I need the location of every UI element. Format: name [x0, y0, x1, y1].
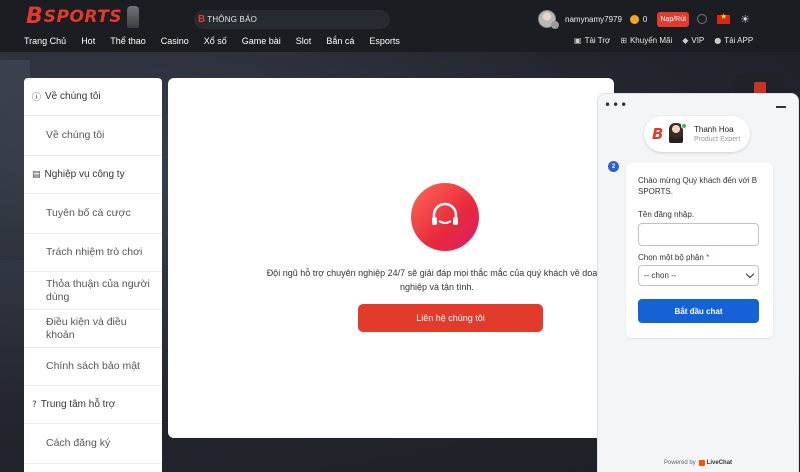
minimize-icon[interactable] [776, 106, 786, 108]
username[interactable]: namynamy7979 [565, 15, 622, 24]
department-selected-value: -- chọn -- [644, 271, 677, 280]
username-field[interactable] [638, 223, 759, 246]
agent-logo-letter: B [652, 125, 664, 143]
nav-item-sponsor-label: Tài Trợ [584, 36, 611, 45]
coin-icon [629, 14, 639, 24]
verified-badge-icon [551, 21, 559, 29]
department-label-text: Chọn một bộ phận [638, 253, 704, 262]
support-description: Đội ngũ hỗ trợ chuyên nghiệp 24/7 sẽ giả… [266, 268, 608, 292]
livechat-brand[interactable]: LiveChat [698, 460, 733, 466]
online-status-icon [681, 123, 687, 129]
department-select[interactable]: -- chọn -- [638, 265, 759, 286]
nav-item-home[interactable]: Trang Chủ [24, 36, 66, 46]
powered-by-text: Powered by [664, 460, 696, 466]
mascot-figure-icon [127, 6, 140, 28]
side-menu: ⓘ Về chúng tôi Về chúng tôi ▤ Nghiệp vụ … [24, 78, 162, 472]
sidebar-item-how-to-register[interactable]: Cách đăng ký [24, 424, 162, 464]
agent-info: Thanh Hoa Product Expert [694, 125, 740, 143]
nav-item-download-app-label: Tải APP [724, 36, 754, 45]
nav-item-download-app[interactable]: ● Tải APP [714, 36, 753, 45]
logo-letter: B [26, 4, 43, 29]
department-label: Chọn một bộ phận * [638, 253, 709, 262]
site-logo[interactable]: B SPORTS [26, 4, 140, 29]
top-header: B SPORTS B THÔNG BÁO namynamy7979 0 Nạp/… [0, 0, 800, 52]
nav-item-lottery[interactable]: Xổ số [204, 36, 227, 46]
main-nav: Trang Chủ Hot Thể thao Casino Xổ số Game… [24, 36, 415, 46]
headset-icon [411, 183, 479, 251]
more-options-icon[interactable]: ••• [604, 98, 628, 112]
contact-us-button[interactable]: Liên hệ chúng tôi [358, 304, 543, 332]
nav-item-vip-label: VIP [691, 36, 705, 45]
nav-item-fishing[interactable]: Bắn cá [326, 36, 354, 46]
section-about-us[interactable]: ⓘ Về chúng tôi [24, 78, 162, 116]
nav-item-card-games[interactable]: Game bài [242, 36, 281, 46]
agent-card: B Thanh Hoa Product Expert [644, 116, 750, 152]
secondary-nav: ▣ Tài Trợ ⊞ Khuyến Mãi ◆ VIP ● Tải APP [574, 36, 753, 45]
info-icon: ⓘ [32, 93, 42, 103]
briefcase-icon: ▤ [32, 169, 41, 180]
theme-toggle-icon[interactable]: ☀ [740, 13, 750, 26]
sidebar-item-betting-statement[interactable]: Tuyên bố cá cược [24, 194, 162, 234]
sidebar-item-responsible-gaming[interactable]: Trách nhiệm trò chơi [24, 234, 162, 272]
nav-item-sponsor[interactable]: ▣ Tài Trợ [574, 36, 610, 45]
sidebar-item-terms[interactable]: Điều kiện và điều khoản [24, 310, 162, 348]
agent-avatar: B [652, 123, 688, 145]
sidebar-item-user-agreement[interactable]: Thỏa thuận của người dùng [24, 272, 162, 310]
nav-item-vip[interactable]: ◆ VIP [682, 36, 704, 45]
sidebar-item-privacy-policy[interactable]: Chính sách bảo mật [24, 348, 162, 386]
diamond-icon: ◆ [682, 36, 689, 45]
notice-text: THÔNG BÁO [207, 15, 258, 24]
nav-item-hot[interactable]: Hot [81, 36, 95, 46]
section-about-us-title: Về chúng tôi [45, 91, 101, 102]
balance: 0 [642, 14, 648, 24]
download-icon: ● [714, 36, 722, 45]
section-help-center-title: Trung tâm hỗ trợ [40, 399, 116, 410]
section-company-operations[interactable]: ▤ Nghiệp vụ công ty [24, 156, 162, 194]
sidebar-item-about-us[interactable]: Về chúng tôi [24, 116, 162, 156]
logout-icon[interactable] [697, 14, 708, 24]
nav-item-promotions[interactable]: ⊞ Khuyến Mãi [620, 36, 672, 45]
deposit-withdraw-button[interactable]: Nạp/Rút [657, 11, 690, 27]
nav-item-promotions-label: Khuyến Mãi [629, 36, 673, 45]
logo-text: SPORTS [43, 7, 123, 27]
livechat-widget: ••• B Thanh Hoa Product Expert 2 Chào mừ… [597, 93, 799, 472]
section-company-operations-title: Nghiệp vụ công ty [44, 169, 125, 180]
nav-item-slot[interactable]: Slot [296, 36, 312, 46]
prechat-form: Chào mừng Quý khách đến với B SPORTS. Tê… [626, 163, 773, 338]
chevron-down-icon [745, 269, 755, 279]
nav-item-sports[interactable]: Thể thao [110, 36, 146, 46]
help-icon: ? [32, 399, 37, 410]
vietnam-flag-icon[interactable] [717, 12, 731, 24]
sponsor-icon: ▣ [574, 36, 582, 45]
message-badge: 2 [608, 161, 619, 172]
welcome-message: Chào mừng Quý khách đến với B SPORTS. [638, 176, 758, 196]
livechat-logo-icon [698, 460, 705, 466]
notice-ticker[interactable]: B THÔNG BÁO [194, 10, 390, 29]
required-marker: * [706, 253, 710, 262]
username-label: Tên đăng nhập. [638, 210, 695, 219]
nav-item-casino[interactable]: Casino [161, 36, 189, 46]
gift-icon: ⊞ [620, 36, 627, 45]
agent-name: Thanh Hoa [694, 125, 734, 134]
section-help-center[interactable]: ? Trung tâm hỗ trợ [24, 386, 162, 424]
user-area: namynamy7979 0 Nạp/Rút ☀ [538, 9, 750, 29]
start-chat-button[interactable]: Bắt đầu chat [638, 299, 759, 323]
nav-item-esports[interactable]: Esports [369, 36, 400, 46]
livechat-brand-label: LiveChat [706, 460, 733, 466]
powered-by: Powered by LiveChat [664, 460, 732, 466]
agent-role: Product Expert [694, 136, 741, 143]
notice-logo-letter: B [198, 14, 206, 25]
support-panel: Đội ngũ hỗ trợ chuyên nghiệp 24/7 sẽ giả… [168, 78, 614, 438]
